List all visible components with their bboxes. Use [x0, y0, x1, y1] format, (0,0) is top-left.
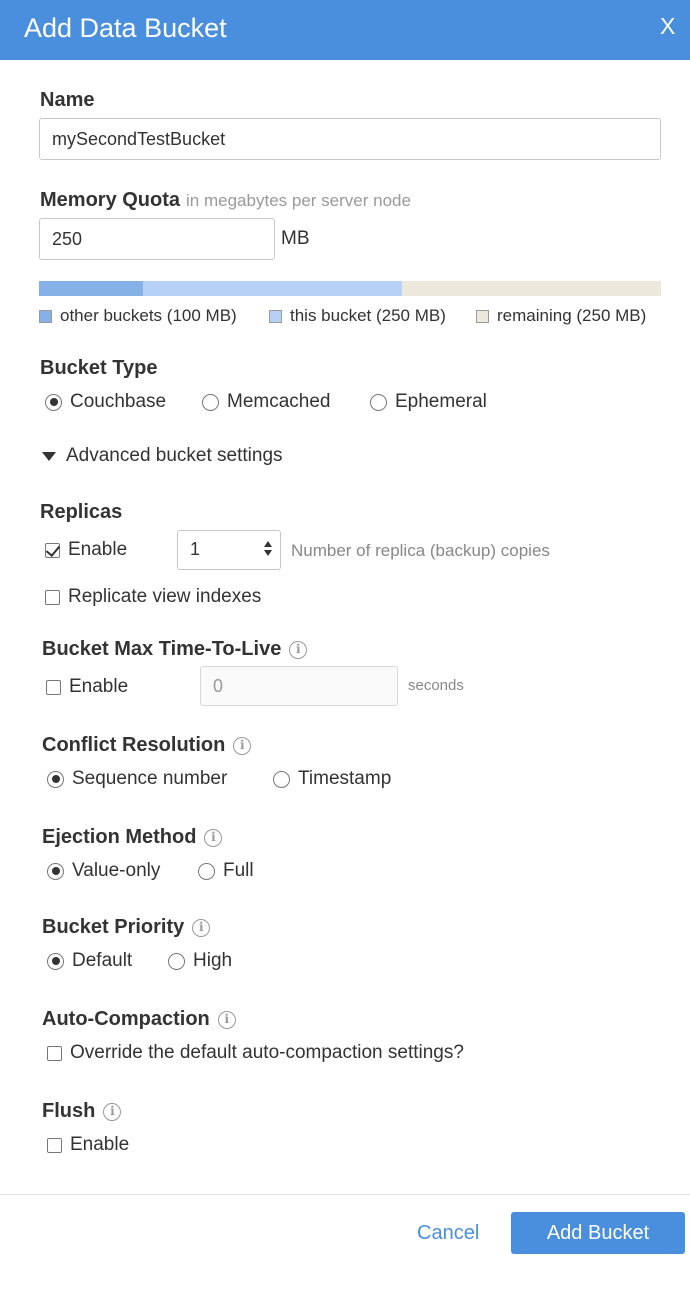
replicas-enable-checkbox[interactable]	[45, 542, 60, 558]
replicas-enable-label: Enable	[68, 539, 128, 560]
memory-quota-input[interactable]	[39, 218, 275, 260]
advanced-settings-label: Advanced bucket settings	[66, 445, 283, 466]
ejection-label: Ejection Method	[42, 826, 197, 848]
legend-remaining-label: remaining (250 MB)	[497, 306, 647, 325]
info-icon[interactable]: i	[217, 1011, 236, 1029]
compaction-override-label: Override the default auto-compaction set…	[70, 1042, 464, 1063]
conflict-label: Conflict Resolution	[42, 734, 226, 756]
memory-bar-other	[39, 281, 143, 296]
flush-enable-label: Enable	[70, 1134, 130, 1155]
bucket-name-input[interactable]	[39, 118, 661, 160]
cancel-button[interactable]: Cancel	[417, 1220, 479, 1246]
priority-default[interactable]: Default	[47, 949, 132, 973]
radio-ephemeral[interactable]	[370, 393, 387, 411]
ttl-label: Bucket Max Time-To-Live	[42, 638, 282, 660]
ejection-heading: Ejection Method i	[42, 825, 223, 849]
replicate-view-indexes-label: Replicate view indexes	[68, 586, 262, 607]
info-icon[interactable]: i	[204, 829, 223, 847]
ejection-value-only[interactable]: Value-only	[47, 859, 160, 883]
radio-memcached[interactable]	[202, 393, 219, 411]
ejection-full[interactable]: Full	[198, 859, 254, 883]
priority-default-label: Default	[72, 950, 133, 971]
info-icon[interactable]: i	[289, 641, 308, 659]
conflict-sequence-number[interactable]: Sequence number	[47, 767, 227, 791]
ttl-enable-checkbox[interactable]	[46, 679, 61, 695]
bucket-type-label: Bucket Type	[40, 357, 158, 379]
radio-high[interactable]	[168, 952, 185, 970]
bucket-type-memcached[interactable]: Memcached	[202, 390, 331, 414]
radio-default[interactable]	[47, 952, 64, 970]
memory-bar-remaining	[402, 281, 661, 296]
compaction-label: Auto-Compaction	[42, 1008, 210, 1030]
replica-count-value: 1	[190, 539, 201, 559]
memory-bar-this	[143, 281, 402, 296]
memory-quota-heading: Memory Quota in megabytes per server node	[40, 188, 411, 213]
advanced-settings-toggle[interactable]: Advanced bucket settings	[42, 444, 283, 468]
legend-this: this bucket (250 MB)	[269, 306, 446, 326]
compaction-heading: Auto-Compaction i	[42, 1007, 236, 1031]
info-icon[interactable]: i	[192, 919, 211, 937]
replicate-view-indexes-checkbox[interactable]	[45, 589, 60, 605]
compaction-override-checkbox[interactable]	[47, 1045, 62, 1061]
info-icon[interactable]: i	[103, 1103, 122, 1121]
flush-enable[interactable]: Enable	[47, 1133, 129, 1157]
legend-remaining-swatch	[476, 309, 489, 323]
priority-high-label: High	[193, 950, 233, 971]
info-icon[interactable]: i	[233, 737, 252, 755]
memory-quota-unit: MB	[281, 228, 310, 249]
flush-label: Flush	[42, 1100, 96, 1122]
conflict-timestamp[interactable]: Timestamp	[273, 767, 391, 791]
radio-full[interactable]	[198, 862, 215, 880]
legend-other-label: other buckets (100 MB)	[60, 306, 237, 325]
replicate-view-indexes[interactable]: Replicate view indexes	[45, 585, 261, 609]
bucket-type-memcached-label: Memcached	[227, 391, 331, 412]
legend-this-swatch	[269, 309, 282, 323]
flush-enable-checkbox[interactable]	[47, 1137, 62, 1153]
ttl-enable-label: Enable	[69, 676, 129, 697]
memory-usage-bar	[39, 281, 661, 296]
conflict-timestamp-label: Timestamp	[298, 768, 392, 789]
memory-quota-label: Memory Quota	[40, 189, 181, 211]
radio-couchbase[interactable]	[45, 393, 62, 411]
bucket-type-couchbase-label: Couchbase	[70, 391, 167, 412]
compaction-override[interactable]: Override the default auto-compaction set…	[47, 1041, 464, 1065]
legend-other-swatch	[39, 309, 52, 323]
conflict-heading: Conflict Resolution i	[42, 733, 252, 757]
bucket-type-ephemeral[interactable]: Ephemeral	[370, 390, 487, 414]
legend-remaining: remaining (250 MB)	[476, 306, 646, 326]
ttl-enable[interactable]: Enable	[46, 675, 128, 699]
ejection-value-only-label: Value-only	[72, 860, 161, 881]
footer-divider	[0, 1194, 690, 1195]
priority-heading: Bucket Priority i	[42, 915, 211, 939]
legend-other: other buckets (100 MB)	[39, 306, 237, 326]
radio-sequence-number[interactable]	[47, 770, 64, 788]
conflict-sequence-number-label: Sequence number	[72, 768, 228, 789]
memory-quota-hint: in megabytes per server node	[186, 191, 411, 210]
replicas-enable[interactable]: Enable	[45, 538, 127, 562]
name-label: Name	[40, 89, 95, 111]
radio-timestamp[interactable]	[273, 770, 290, 788]
legend-this-label: this bucket (250 MB)	[290, 306, 446, 325]
caret-down-icon	[42, 451, 56, 461]
ttl-seconds-input[interactable]	[200, 666, 398, 706]
bucket-type-couchbase[interactable]: Couchbase	[45, 390, 166, 414]
replica-count-hint: Number of replica (backup) copies	[291, 541, 550, 560]
select-arrows-icon	[264, 541, 272, 556]
priority-high[interactable]: High	[168, 949, 232, 973]
radio-value-only[interactable]	[47, 862, 64, 880]
ejection-full-label: Full	[223, 860, 254, 881]
close-button[interactable]: X	[660, 12, 675, 40]
bucket-type-ephemeral-label: Ephemeral	[395, 391, 487, 412]
flush-heading: Flush i	[42, 1099, 122, 1123]
replicas-label: Replicas	[40, 501, 123, 523]
dialog-title: Add Data Bucket	[24, 13, 227, 43]
ttl-heading: Bucket Max Time-To-Live i	[42, 637, 308, 661]
ttl-unit: seconds	[408, 677, 464, 694]
priority-label: Bucket Priority	[42, 916, 185, 938]
replica-count-select[interactable]: 1	[177, 530, 281, 570]
add-bucket-button[interactable]: Add Bucket	[511, 1212, 685, 1254]
